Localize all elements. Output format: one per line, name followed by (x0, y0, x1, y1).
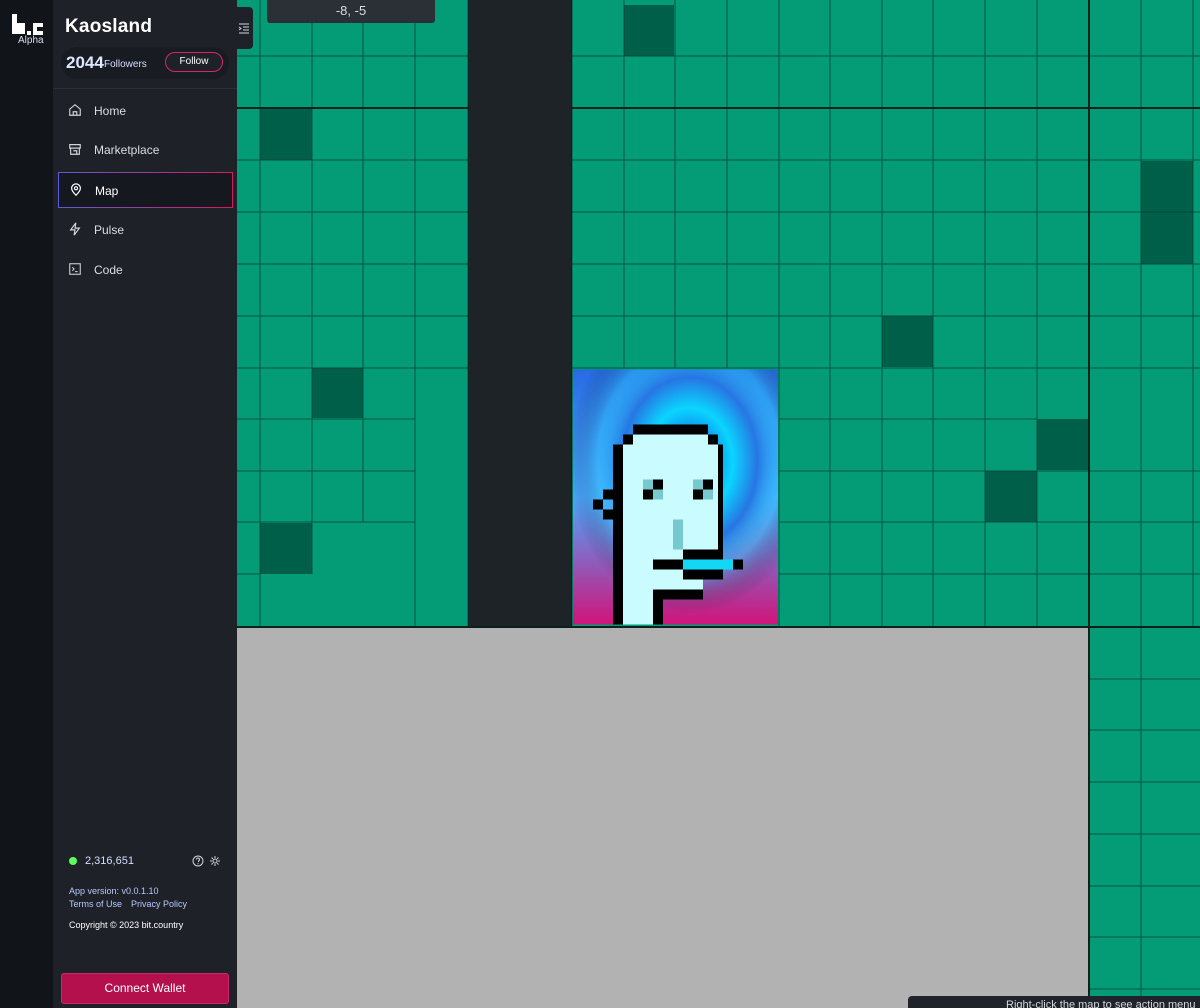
connect-wallet-button[interactable]: Connect Wallet (61, 973, 229, 1004)
sidebar-collapse-button[interactable] (237, 7, 253, 49)
divider (53, 88, 237, 89)
help-icon[interactable] (192, 855, 204, 867)
gear-icon[interactable] (209, 855, 221, 867)
coordinates-display: -8, -5 (267, 0, 435, 23)
collapse-menu-icon (238, 23, 249, 34)
nav-item-marketplace[interactable]: Marketplace (58, 132, 233, 168)
cryptopunk-avatar-image[interactable] (573, 368, 778, 626)
online-status-dot (69, 857, 77, 865)
home-icon (69, 104, 81, 116)
logo-alpha-label: Alpha (18, 35, 44, 46)
copyright: Copyright © 2023 bit.country (69, 920, 184, 930)
bolt-icon (69, 222, 81, 236)
nav-item-pulse[interactable]: Pulse (58, 212, 233, 248)
follow-box: 2044 Followers Follow (61, 47, 229, 79)
nav-item-code[interactable]: Code (58, 252, 233, 288)
followers-count: 2044 (66, 53, 104, 72)
sidebar: Kaosland 2044 Followers Follow Home Mark… (53, 0, 237, 1008)
followers-label: Followers (104, 59, 147, 70)
nav-label-home: Home (94, 104, 127, 118)
land-map[interactable]: -8, -5 Right-click the map to see action… (237, 0, 1200, 1008)
store-icon (69, 144, 81, 155)
follow-button[interactable]: Follow (165, 52, 223, 72)
nav-item-home[interactable]: Home (58, 93, 233, 129)
app-rail: Alpha (0, 0, 53, 1008)
online-count: 2,316,651 (85, 855, 134, 867)
footer-links: Terms of Use Privacy Policy (69, 899, 196, 909)
map-pin-icon (71, 183, 81, 197)
terms-link[interactable]: Terms of Use (69, 899, 122, 909)
nav-item-map[interactable]: Map (58, 172, 233, 208)
nav-label-pulse: Pulse (94, 223, 125, 237)
map-action-hint: Right-click the map to see action menu (908, 996, 1200, 1008)
app-version: App version: v0.0.1.10 (69, 886, 159, 896)
app-title: Kaosland (65, 16, 153, 37)
nav-label-map: Map (95, 184, 119, 198)
terminal-icon (69, 263, 81, 275)
nav-label-code: Code (94, 263, 123, 277)
nav-label-marketplace: Marketplace (94, 143, 160, 157)
privacy-link[interactable]: Privacy Policy (131, 899, 187, 909)
